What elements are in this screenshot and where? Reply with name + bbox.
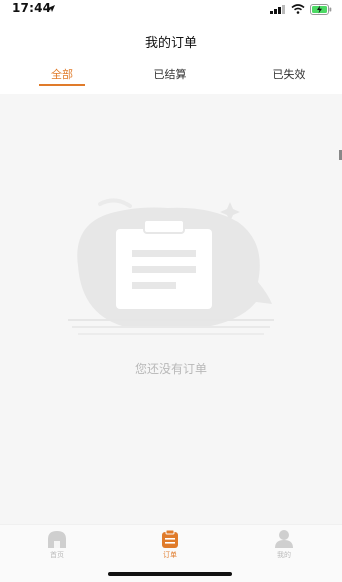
home-icon xyxy=(48,531,66,548)
order-list-area[interactable]: 您还没有订单 xyxy=(0,94,342,524)
status-time: 17:44 xyxy=(12,1,52,15)
tabbar-item-orders[interactable]: 订单 xyxy=(140,529,200,560)
tabbar-label-orders: 订单 xyxy=(163,551,177,559)
order-tabs: 全部 已结算 已失效 xyxy=(0,58,342,94)
tab-all[interactable]: 全部 xyxy=(40,66,84,82)
profile-icon xyxy=(275,530,293,548)
tabbar-label-profile: 我的 xyxy=(277,551,291,559)
page-title: 我的订单 xyxy=(144,36,197,51)
tab-settled[interactable]: 已结算 xyxy=(148,66,192,82)
tabbar-label-home: 首页 xyxy=(50,551,64,559)
home-indicator xyxy=(108,572,232,576)
wifi-icon xyxy=(291,4,305,14)
status-bar: 17:44 xyxy=(0,0,342,22)
active-tab-indicator xyxy=(39,84,85,86)
nav-bar: 我的订单 xyxy=(0,22,342,58)
location-arrow-icon xyxy=(48,5,55,12)
status-indicators xyxy=(270,2,332,16)
tab-expired[interactable]: 已失效 xyxy=(266,66,312,82)
orders-icon xyxy=(162,529,178,548)
battery-charging-icon xyxy=(310,3,332,15)
tabbar-item-profile[interactable]: 我的 xyxy=(254,529,314,560)
tabbar-item-home[interactable]: 首页 xyxy=(27,529,87,560)
empty-state-message: 您还没有订单 xyxy=(134,362,207,376)
cellular-signal-icon xyxy=(270,5,285,14)
empty-orders-illustration xyxy=(68,198,274,335)
